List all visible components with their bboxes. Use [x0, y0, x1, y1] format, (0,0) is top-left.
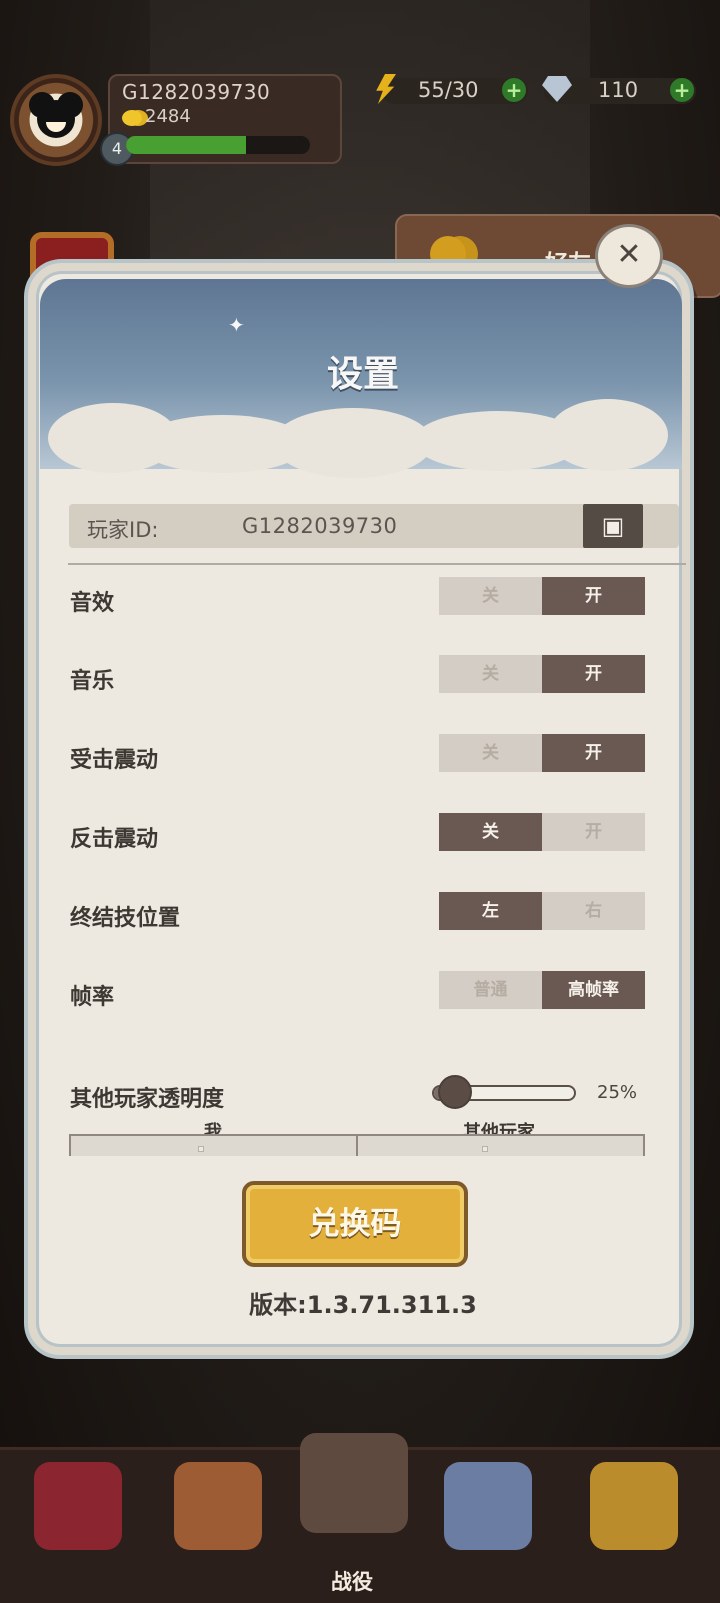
frame-rate-toggle[interactable]: 普通 高帧率	[439, 971, 645, 1009]
counter-vibration-on-option[interactable]: 开	[542, 813, 645, 851]
finisher-left-option[interactable]: 左	[439, 892, 542, 930]
cloud-decoration	[273, 408, 433, 478]
close-dialog-button[interactable]: ✕	[595, 224, 663, 288]
player-id: G1282039730	[122, 80, 271, 104]
gem-value: 110	[598, 78, 639, 102]
hit-vibration-off-option[interactable]: 关	[439, 734, 542, 772]
add-energy-button[interactable]: +	[502, 78, 526, 102]
nav-event-icon[interactable]	[590, 1462, 678, 1550]
experience-bar-fill	[126, 136, 246, 154]
counter-vibration-label: 反击震动	[70, 827, 159, 852]
counter-vibration-toggle[interactable]: 关 开	[439, 813, 645, 851]
nav-character-icon[interactable]	[444, 1462, 532, 1550]
nav-treasure-icon[interactable]	[174, 1462, 262, 1550]
finisher-position-toggle[interactable]: 左 右	[439, 892, 645, 930]
hit-vibration-on-option[interactable]: 开	[542, 734, 645, 772]
battle-tab-label: 战役	[331, 1570, 373, 1594]
version-text: 版本:1.3.71.311.3	[249, 1291, 477, 1319]
frame-rate-normal-option[interactable]: 普通	[439, 971, 542, 1009]
add-gem-button[interactable]: +	[670, 78, 694, 102]
cloud-decoration	[548, 399, 668, 471]
settings-divider	[68, 563, 686, 565]
nav-gift-chest-icon[interactable]	[34, 1462, 122, 1550]
transparency-slider-knob[interactable]	[438, 1075, 472, 1109]
sound-effects-off-option[interactable]: 关	[439, 577, 542, 615]
hit-vibration-toggle[interactable]: 关 开	[439, 734, 645, 772]
music-on-option[interactable]: 开	[542, 655, 645, 693]
player-avatar[interactable]	[10, 74, 102, 166]
hit-vibration-label: 受击震动	[70, 748, 159, 773]
music-off-option[interactable]: 关	[439, 655, 542, 693]
sound-effects-label: 音效	[70, 591, 115, 616]
paw-coin-icon	[122, 110, 142, 126]
player-id-value: G1282039730	[242, 514, 398, 538]
finisher-right-option[interactable]: 右	[542, 892, 645, 930]
counter-vibration-off-option[interactable]: 关	[439, 813, 542, 851]
player-id-label: 玩家ID:	[87, 518, 159, 542]
coin-count: 2484	[145, 106, 191, 127]
dialog-title: 设置	[326, 354, 399, 395]
nav-battle-icon[interactable]	[300, 1433, 408, 1533]
sound-effects-toggle[interactable]: 关 开	[439, 577, 645, 615]
experience-bar	[126, 136, 310, 154]
transparency-label: 其他玩家透明度	[70, 1087, 225, 1112]
mouse-avatar-face	[37, 100, 75, 138]
star-icon: ✦	[228, 313, 245, 337]
others-preview-marker	[482, 1146, 488, 1152]
music-label: 音乐	[70, 669, 115, 694]
settings-dialog: ✦ 设置 玩家ID: G1282039730 ▣ 音效 关 开 音乐 关 开 受…	[24, 259, 694, 1359]
energy-value: 55/30	[418, 78, 479, 102]
sound-effects-on-option[interactable]: 开	[542, 577, 645, 615]
finisher-position-label: 终结技位置	[70, 906, 181, 931]
preview-divider	[356, 1134, 358, 1156]
music-toggle[interactable]: 关 开	[439, 655, 645, 693]
my-preview-marker	[198, 1146, 204, 1152]
frame-rate-high-option[interactable]: 高帧率	[542, 971, 645, 1009]
transparency-value: 25%	[597, 1082, 638, 1103]
redeem-code-button[interactable]: 兑换码	[242, 1181, 468, 1267]
frame-rate-label: 帧率	[70, 985, 115, 1010]
copy-id-button[interactable]: ▣	[583, 504, 643, 548]
